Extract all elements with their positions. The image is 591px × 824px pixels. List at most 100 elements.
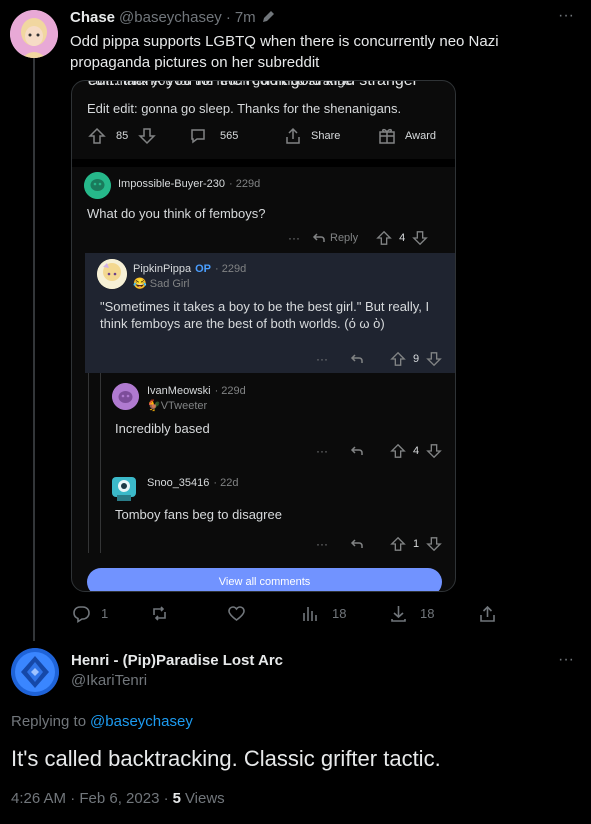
more-icon[interactable]: ··· xyxy=(288,231,300,245)
chase-avatar[interactable] xyxy=(10,10,58,58)
comment-text: "Sometimes it takes a boy to be the best… xyxy=(100,299,430,331)
upvote-icon[interactable] xyxy=(88,127,106,145)
tweet-action-bar: 1 18 18 xyxy=(70,604,580,626)
upvote-icon[interactable] xyxy=(390,443,406,459)
more-icon[interactable]: ··· xyxy=(316,537,328,551)
share-icon xyxy=(480,605,495,622)
comment-username[interactable]: PipkinPippa xyxy=(133,263,191,275)
views-label: Views xyxy=(184,790,225,807)
divider xyxy=(72,159,455,167)
comment-time: · 22d xyxy=(213,477,239,489)
cut-off-line-text: edit: thank you for the reddit gold kind… xyxy=(88,80,357,88)
nest-line xyxy=(100,373,101,553)
comment-username[interactable]: Impossible-Buyer-230 xyxy=(118,178,225,190)
download-button[interactable]: 18 xyxy=(389,604,434,623)
tweet-text: Odd pippa supports LGBTQ when there is c… xyxy=(70,33,499,71)
edited-icon[interactable] xyxy=(260,9,276,25)
views-button[interactable]: 18 xyxy=(301,604,346,623)
user-avatar[interactable] xyxy=(112,383,139,410)
views-count: 18 xyxy=(332,606,347,621)
edit-line: Edit edit: gonna go sleep. Thanks for th… xyxy=(87,101,402,116)
retweet-button[interactable] xyxy=(150,604,177,623)
user-flair: 🐓VTweeter xyxy=(147,400,208,412)
downvote-icon[interactable] xyxy=(426,443,442,459)
author-handle[interactable]: @baseychasey xyxy=(119,9,222,26)
user-flair: 😂 Sad Girl xyxy=(133,278,190,290)
reply-author-name[interactable]: Henri - (Pip)Paradise Lost Arc xyxy=(71,652,283,669)
reply-icon[interactable] xyxy=(350,352,364,366)
reply-count: 1 xyxy=(101,606,109,621)
op-badge: OP xyxy=(195,263,211,275)
view-all-label: View all comments xyxy=(218,576,311,588)
more-icon[interactable]: ··· xyxy=(316,444,328,458)
share-button[interactable]: Share xyxy=(284,125,340,147)
snoo-avatar[interactable] xyxy=(108,471,140,503)
embedded-screenshot[interactable]: edit: thank you for the reddit gold kind… xyxy=(71,80,456,592)
more-icon[interactable]: ··· xyxy=(316,352,328,366)
upvote-icon[interactable] xyxy=(376,230,392,246)
award-icon xyxy=(379,128,395,144)
separator: · xyxy=(225,8,231,26)
comment-text: What do you think of femboys? xyxy=(87,206,266,221)
share-tweet-button[interactable] xyxy=(478,604,497,623)
more-options-icon[interactable]: ··· xyxy=(558,8,578,24)
comment-pipkinpippa: PipkinPippa OP · 229d 😂 Sad Girl "Someti… xyxy=(85,253,455,373)
henri-avatar[interactable] xyxy=(11,648,59,696)
reply-icon[interactable] xyxy=(312,231,326,245)
comment-votes: 4 xyxy=(399,232,406,244)
reply-icon[interactable] xyxy=(350,537,364,551)
award-button[interactable]: Award xyxy=(378,125,436,147)
comment-votes: 4 xyxy=(413,445,420,457)
thread-line xyxy=(33,58,35,641)
share-label: Share xyxy=(311,130,341,142)
upvote-icon[interactable] xyxy=(390,351,406,367)
comment-snoo: Snoo_35416 · 22d Tomboy fans beg to disa… xyxy=(102,467,455,557)
more-options-icon[interactable]: ··· xyxy=(558,652,578,668)
bar-chart-icon xyxy=(303,607,317,621)
post-vote-count: 85 xyxy=(116,130,129,142)
comment-time: · 229d xyxy=(215,263,247,275)
download-count: 18 xyxy=(420,606,435,621)
reply-label[interactable]: Reply xyxy=(330,232,358,244)
retweet-icon xyxy=(153,606,166,621)
replying-to-label: Replying to xyxy=(11,713,87,730)
reply-author-handle[interactable]: @IkariTenri xyxy=(71,672,147,689)
comment-votes: 1 xyxy=(413,538,420,550)
download-icon xyxy=(391,606,406,622)
downvote-icon[interactable] xyxy=(426,536,442,552)
comment-votes: 9 xyxy=(413,353,420,365)
like-button[interactable] xyxy=(227,604,254,623)
comment-username[interactable]: Snoo_35416 xyxy=(147,477,209,489)
downvote-icon[interactable] xyxy=(412,230,429,246)
comment-impossible-buyer: Impossible-Buyer-230 · 229d What do you … xyxy=(72,167,455,247)
post-vote-bar: 85 xyxy=(88,125,157,147)
post-comments-button[interactable]: 565 xyxy=(189,125,238,147)
comment-time: · 229d xyxy=(229,178,261,190)
comment-ivanmeowski: IvanMeowski · 229d 🐓VTweeter Incredibly … xyxy=(102,377,455,467)
award-label: Award xyxy=(405,130,436,142)
view-all-comments-button[interactable]: View all comments xyxy=(87,568,442,591)
replying-to-handle[interactable]: @baseychasey xyxy=(90,713,193,730)
user-avatar[interactable] xyxy=(84,172,111,199)
heart-icon xyxy=(228,606,245,621)
comment-text: Tomboy fans beg to disagree xyxy=(115,507,282,522)
downvote-icon[interactable] xyxy=(138,127,157,145)
comment-text: Incredibly based xyxy=(115,421,210,436)
reply-bubble-icon xyxy=(73,606,90,623)
comment-username[interactable]: IvanMeowski xyxy=(147,385,211,397)
comment-time: · 229d xyxy=(214,385,246,397)
share-icon xyxy=(286,127,300,144)
nest-line xyxy=(88,373,89,553)
views-count: 5 xyxy=(172,790,181,807)
author-name[interactable]: Chase xyxy=(70,9,115,26)
reply-button[interactable]: 1 xyxy=(72,604,108,623)
user-avatar[interactable] xyxy=(97,259,127,289)
reply-timestamp[interactable]: 4:26 AM · Feb 6, 2023 · xyxy=(11,790,169,807)
comment-bubble-icon xyxy=(191,129,205,144)
downvote-icon[interactable] xyxy=(426,351,442,367)
reply-text: It's called backtracking. Classic grifte… xyxy=(11,746,441,771)
post-comment-count: 565 xyxy=(220,130,239,142)
upvote-icon[interactable] xyxy=(390,536,406,552)
tweet-time[interactable]: 7m xyxy=(235,9,256,26)
reply-icon[interactable] xyxy=(350,444,364,458)
